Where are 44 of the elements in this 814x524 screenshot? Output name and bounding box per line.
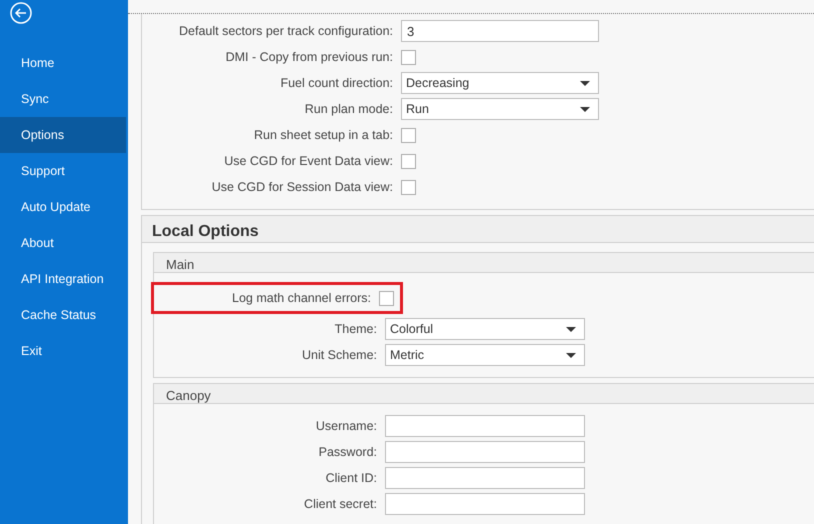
text-field[interactable] [385,415,585,437]
sidebar-item[interactable]: Cache Status [0,297,126,333]
caret-icon [566,352,576,358]
checkbox[interactable] [401,154,416,168]
text-field[interactable]: 3 [401,20,599,42]
field-label: Password: [318,444,378,461]
field-label: Run sheet setup in a tab: [253,126,394,144]
dropdown[interactable]: Decreasing [401,72,599,94]
field-label: Run plan mode: [304,100,394,118]
checkbox[interactable] [379,290,394,306]
section-title: Local Options [142,216,814,243]
checkbox[interactable] [401,180,416,194]
dropdown[interactable]: Metric [385,344,585,366]
caret-icon [580,80,590,86]
field-label: Theme: [334,320,378,338]
caret-icon [580,106,590,112]
sidebar-item[interactable]: Home [0,45,126,81]
caret-icon [566,326,576,332]
field-label: Client ID: [324,470,378,487]
field-label: DMI - Copy from previous run: [224,48,394,66]
text-field[interactable] [385,441,585,463]
sidebar-item[interactable]: Sync [0,81,126,117]
sidebar-item[interactable]: Auto Update [0,189,126,225]
checkbox[interactable] [401,128,416,142]
field-label: Unit Scheme: [300,346,378,364]
field-label: Use CGD for Event Data view: [223,152,394,170]
group-title: Canopy [154,384,814,404]
sidebar-item[interactable]: Options [0,117,126,153]
field-label: Use CGD for Session Data view: [210,178,394,196]
field-label: Fuel count direction: [279,74,394,92]
sidebar-item[interactable]: Exit [0,333,126,369]
sidebar-item[interactable]: About [0,225,126,261]
sidebar-item[interactable]: Support [0,153,126,189]
dropdown[interactable]: Run [401,98,599,120]
checkbox[interactable] [401,50,416,64]
sidebar-item[interactable]: API Integration [0,261,126,297]
dropdown[interactable]: Colorful [385,318,585,340]
text-field[interactable] [385,467,585,489]
field-label: Client secret: [303,496,378,513]
text-field[interactable] [385,493,585,515]
field-label: Default sectors per track configuration: [178,22,394,40]
field-label: Username: [314,418,378,435]
field-label: Log math channel errors: [231,290,372,307]
group-title: Main [154,253,814,273]
